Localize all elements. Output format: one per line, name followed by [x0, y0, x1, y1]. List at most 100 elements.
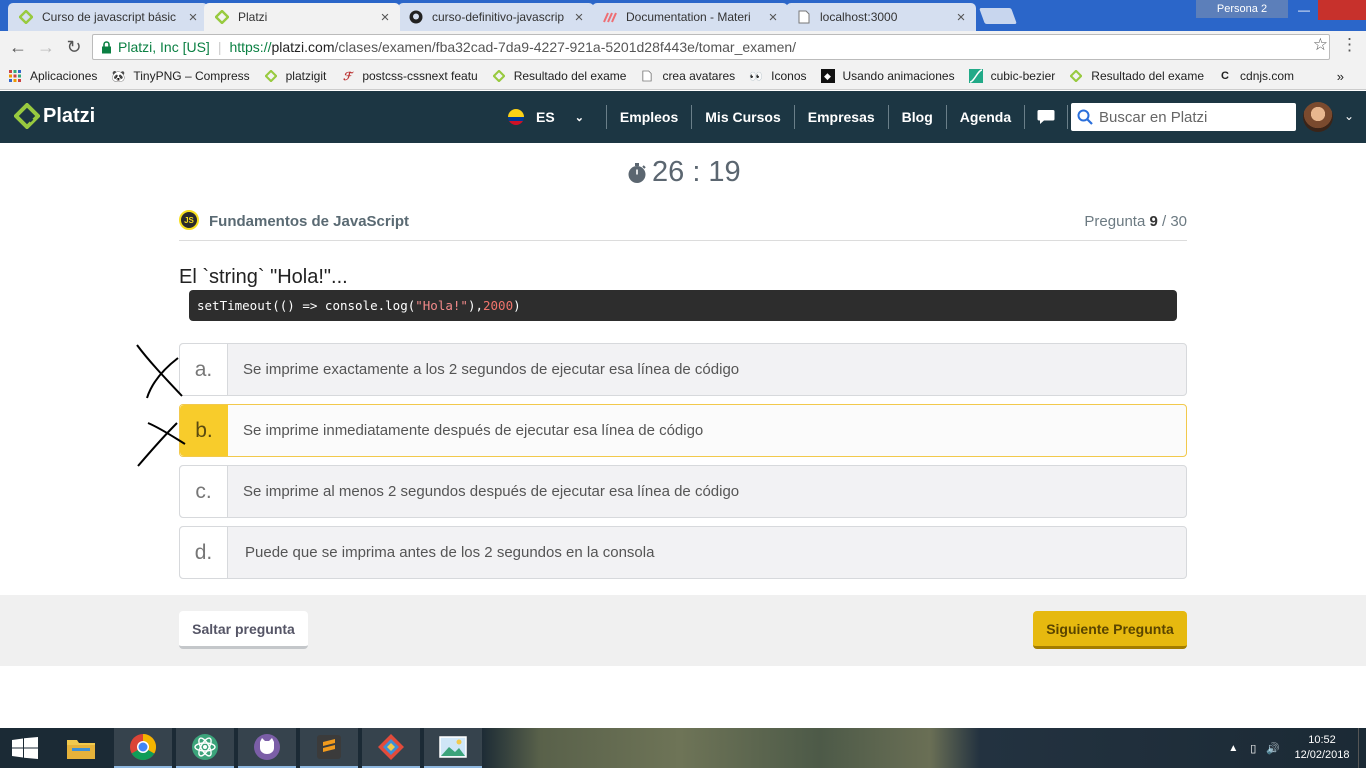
- search-box[interactable]: [1071, 103, 1296, 131]
- bookmark-item[interactable]: ◆ Usando animaciones: [820, 69, 955, 83]
- platzi-logo-icon: [14, 103, 40, 129]
- nav-agenda[interactable]: Agenda: [945, 105, 1024, 129]
- show-desktop-button[interactable]: [1358, 728, 1366, 768]
- menu-kebab-icon[interactable]: ⋮: [1341, 35, 1358, 55]
- answer-option-b[interactable]: b. Se imprime inmediatamente después de …: [179, 404, 1187, 457]
- bookmark-item[interactable]: 👀 Iconos: [749, 69, 806, 83]
- nav-empresas[interactable]: Empresas: [793, 105, 888, 129]
- back-arrow-icon[interactable]: ←: [6, 35, 30, 59]
- bookmark-item[interactable]: Resultado del exame: [492, 69, 626, 83]
- option-letter: d.: [180, 527, 228, 578]
- next-question-button[interactable]: Siguiente Pregunta: [1033, 611, 1187, 649]
- code-prefix: setTimeout(() => console.log(: [197, 298, 416, 313]
- avatar[interactable]: [1303, 102, 1333, 132]
- github-desktop-icon[interactable]: [238, 728, 296, 768]
- tab-materialize[interactable]: Documentation - Materi ×: [592, 3, 788, 31]
- bookmark-item[interactable]: Resultado del exame: [1069, 69, 1204, 83]
- language-selector[interactable]: ES ⌄: [508, 109, 584, 125]
- sublime-text-icon[interactable]: [300, 728, 358, 768]
- question-title: El `string` "Hola!"...: [179, 266, 348, 288]
- chevron-down-icon[interactable]: ⌄: [1344, 109, 1354, 123]
- bookmarks-bar: Aplicaciones 🐼 TinyPNG – Compress platzig…: [0, 63, 1366, 90]
- mdn-icon: ◆: [820, 69, 835, 83]
- secure-label: Platzi, Inc [US]: [118, 39, 210, 55]
- github-favicon-icon: [408, 9, 424, 25]
- close-icon[interactable]: ×: [378, 9, 392, 26]
- code-middle: ),: [467, 298, 483, 313]
- photos-app-icon[interactable]: [424, 728, 482, 768]
- system-tray: ▲ ▯ 🔊 10:52 12/02/2018: [1228, 728, 1366, 768]
- counter-total: / 30: [1157, 213, 1187, 230]
- colombia-flag-icon: [508, 109, 524, 125]
- bookmark-star-icon[interactable]: ☆: [1313, 35, 1328, 55]
- answer-option-a[interactable]: a. Se imprime exactamente a los 2 segund…: [179, 343, 1187, 396]
- persona-badge[interactable]: Persona 2: [1196, 0, 1288, 18]
- option-text: Se imprime inmediatamente después de eje…: [243, 422, 704, 439]
- chevron-down-icon: ⌄: [574, 111, 584, 124]
- page-favicon-icon: [796, 9, 812, 25]
- volume-icon[interactable]: 🔊: [1266, 742, 1280, 755]
- counter-label: Pregunta: [1084, 213, 1150, 230]
- search-input[interactable]: [1099, 108, 1289, 126]
- apps-grid-icon: [8, 69, 22, 83]
- answer-option-d[interactable]: d. Puede que se imprima antes de los 2 s…: [179, 526, 1187, 579]
- battery-icon[interactable]: ▯: [1250, 742, 1256, 755]
- chrome-icon[interactable]: [114, 728, 172, 768]
- forward-arrow-icon[interactable]: →: [34, 35, 58, 59]
- tab-curso-javascript[interactable]: Curso de javascript básic ×: [8, 3, 208, 31]
- tab-platzi[interactable]: Platzi ×: [204, 3, 400, 31]
- bookmark-label: TinyPNG – Compress: [133, 69, 250, 83]
- omnibox-divider: |: [217, 39, 222, 55]
- answer-option-c[interactable]: c. Se imprime al menos 2 segundos despué…: [179, 465, 1187, 518]
- bookmark-label: Resultado del exame: [1091, 69, 1205, 83]
- nav-blog[interactable]: Blog: [887, 105, 946, 129]
- messages-button[interactable]: [1024, 105, 1067, 129]
- bookmark-item[interactable]: ℱpostcss-cssnext featu: [340, 69, 478, 83]
- tab-localhost[interactable]: localhost:3000 ×: [786, 3, 976, 31]
- close-icon[interactable]: ×: [954, 9, 968, 26]
- option-text: Se imprime al menos 2 segundos después d…: [243, 483, 740, 500]
- url-host: platzi.com: [271, 39, 335, 55]
- git-kraken-icon[interactable]: [362, 728, 420, 768]
- nav-empleos[interactable]: Empleos: [605, 105, 691, 129]
- option-text: Se imprime exactamente a los 2 segundos …: [243, 361, 740, 378]
- address-bar[interactable]: Platzi, Inc [US] | https:// platzi.com /…: [92, 34, 1330, 60]
- option-letter: c.: [180, 466, 228, 517]
- platzi-icon: [264, 69, 278, 83]
- windows-taskbar: ▲ ▯ 🔊 10:52 12/02/2018: [0, 728, 1366, 768]
- tab-github[interactable]: curso-definitivo-javascrip ×: [398, 3, 594, 31]
- skip-question-button[interactable]: Saltar pregunta: [179, 611, 308, 649]
- bookmark-item[interactable]: platzigit: [264, 69, 326, 83]
- browser-tab-strip: Curso de javascript básic × Platzi × cur…: [0, 0, 1366, 31]
- close-icon[interactable]: ×: [572, 9, 586, 26]
- counter-current: 9: [1149, 213, 1158, 230]
- language-label: ES: [536, 109, 555, 125]
- nav-mis-cursos[interactable]: Mis Cursos: [691, 105, 793, 129]
- taskbar-clock[interactable]: 10:52 12/02/2018: [1290, 733, 1354, 763]
- bookmark-item[interactable]: cubic-bezier: [968, 69, 1055, 83]
- atom-editor-icon[interactable]: [176, 728, 234, 768]
- tab-title: Documentation - Materi: [626, 10, 751, 24]
- bookmark-item[interactable]: Ccdnjs.com: [1218, 69, 1294, 83]
- tab-title: Platzi: [238, 10, 268, 24]
- new-tab-button[interactable]: [979, 8, 1017, 24]
- platzi-logo[interactable]: Platzi: [14, 103, 95, 129]
- windows-start-icon[interactable]: [0, 728, 50, 768]
- chevron-right-more-icon[interactable]: »: [1337, 69, 1344, 84]
- close-icon[interactable]: ×: [766, 9, 780, 26]
- close-icon[interactable]: ×: [186, 9, 200, 26]
- secure-lock-icon[interactable]: Platzi, Inc [US]: [101, 39, 210, 55]
- timer-value: 26 : 19: [652, 156, 741, 188]
- question-counter: Pregunta 9 / 30: [1084, 213, 1187, 230]
- file-explorer-icon[interactable]: [52, 728, 110, 768]
- tab-title: curso-definitivo-javascrip: [432, 10, 565, 24]
- code-block: setTimeout(() => console.log("Hola!"), 2…: [189, 290, 1177, 321]
- bookmark-label: postcss-cssnext featu: [362, 69, 478, 83]
- bookmark-item[interactable]: crea avatares: [640, 69, 735, 83]
- chevron-up-icon[interactable]: ▲: [1228, 743, 1238, 754]
- javascript-badge-icon: JS: [179, 210, 199, 230]
- materialize-favicon-icon: [602, 9, 618, 25]
- reload-icon[interactable]: ↻: [62, 35, 86, 59]
- bookmark-item[interactable]: 🐼 TinyPNG – Compress: [111, 69, 250, 83]
- bookmark-item[interactable]: Aplicaciones: [8, 69, 97, 83]
